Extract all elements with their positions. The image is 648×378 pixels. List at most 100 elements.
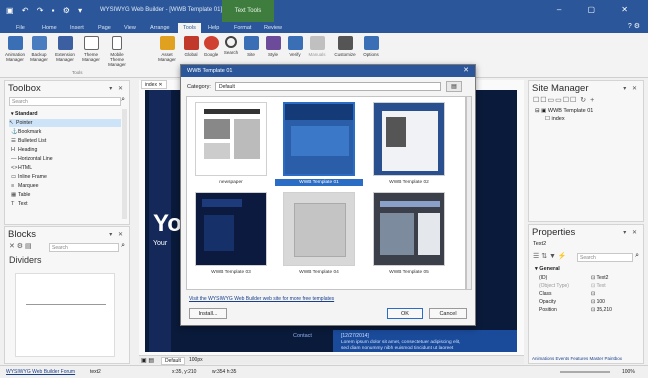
prop-value-position[interactable]: ⊡ 35,210 bbox=[591, 307, 612, 313]
blocks-category[interactable]: Dividers bbox=[9, 255, 42, 265]
tab-format[interactable]: Format bbox=[234, 23, 251, 33]
toolbox-section[interactable]: ▾ Standard bbox=[11, 110, 38, 118]
cancel-button[interactable]: Cancel bbox=[429, 308, 467, 319]
window-controls[interactable]: – ▢ ✕ bbox=[557, 5, 640, 14]
help-icon[interactable]: ? ⚙ bbox=[628, 22, 640, 30]
verify-button[interactable]: Verify bbox=[284, 36, 306, 57]
panel-controls[interactable]: ▾ ✕ bbox=[109, 85, 125, 92]
forum-link[interactable]: WYSIWYG Web Builder Forum bbox=[6, 366, 75, 378]
toolbox-item-pointer[interactable]: ↖ Pointer bbox=[9, 119, 121, 127]
more-templates-link[interactable]: Visit the WYSIWYG Web Builder web site f… bbox=[189, 296, 334, 302]
category-select[interactable]: Default bbox=[215, 82, 441, 91]
tab-home[interactable]: Home bbox=[42, 23, 57, 33]
prop-value-id[interactable]: ⊡ Text2 bbox=[591, 275, 608, 281]
panel-controls[interactable]: ▾ ✕ bbox=[109, 231, 125, 238]
animation-manager-button[interactable]: Animation Manager bbox=[4, 36, 26, 62]
template-thumb-wwb-01[interactable] bbox=[283, 102, 355, 176]
search-icon[interactable]: ⌕ bbox=[121, 96, 125, 104]
manuals-button[interactable]: Manuals bbox=[306, 36, 328, 57]
mobile-theme-manager-button[interactable]: Mobile Theme Manager bbox=[104, 36, 130, 67]
site-button[interactable]: Site bbox=[240, 36, 262, 57]
thumb-image bbox=[386, 117, 406, 147]
toolbox-item-inline-frame[interactable]: ▭ Inline Frame bbox=[11, 173, 47, 181]
ok-button[interactable]: OK bbox=[387, 308, 423, 319]
toolbox-item-marquee[interactable]: ≡ Marquee bbox=[11, 182, 38, 190]
template-thumb-newspaper[interactable] bbox=[195, 102, 267, 176]
style-button[interactable]: Style bbox=[262, 36, 284, 57]
editor-tab-default[interactable]: Default bbox=[161, 357, 185, 365]
tab-insert[interactable]: Insert bbox=[70, 23, 84, 33]
toolbox-scrollbar[interactable] bbox=[122, 109, 127, 219]
canvas-heading[interactable]: Yo bbox=[153, 210, 182, 238]
tab-file[interactable]: File bbox=[16, 23, 25, 33]
search-icon[interactable]: ⌕ bbox=[121, 242, 125, 250]
tab-view[interactable]: View bbox=[124, 23, 136, 33]
customize-icon bbox=[337, 36, 353, 50]
template-caption[interactable]: newspaper bbox=[187, 179, 275, 186]
editor-tab-index[interactable]: index ✕ bbox=[141, 80, 167, 89]
global-button[interactable]: Global bbox=[180, 36, 202, 57]
install-button[interactable]: Install... bbox=[189, 308, 227, 319]
extension-manager-button[interactable]: Extension Manager bbox=[52, 36, 78, 62]
canvas-date[interactable]: [12/27/2014] bbox=[341, 333, 369, 339]
canvas-lorem[interactable]: Lorem ipsum dolor sit amet, consectetuer… bbox=[341, 340, 460, 345]
blocks-search-input[interactable]: Search bbox=[49, 243, 119, 252]
tab-arrange[interactable]: Arrange bbox=[150, 23, 170, 33]
site-manager-toolbar[interactable]: ☐☐▭▭☐☐ ↻ + bbox=[533, 96, 595, 104]
template-grid-scrollbar[interactable] bbox=[466, 96, 472, 290]
close-icon[interactable]: ✕ bbox=[463, 65, 469, 77]
toolbox-item-bookmark[interactable]: ⚓Bookmark bbox=[11, 128, 41, 136]
template-thumb-wwb-04[interactable] bbox=[283, 192, 355, 266]
properties-toolbar[interactable]: ☰ ⇅ ▼ ⚡ bbox=[533, 252, 567, 260]
block-preview[interactable] bbox=[15, 273, 115, 357]
template-thumb-wwb-03[interactable] bbox=[195, 192, 267, 266]
template-thumb-wwb-02[interactable] bbox=[373, 102, 445, 176]
theme-manager-button[interactable]: Theme Manager bbox=[80, 36, 102, 62]
toolbox-item-heading[interactable]: H Heading bbox=[11, 146, 37, 154]
properties-search-input[interactable]: Search bbox=[577, 253, 633, 262]
site-tree-page-index[interactable]: ☐ index bbox=[545, 116, 565, 122]
template-caption[interactable]: WWB Template 03 bbox=[187, 269, 275, 276]
backup-manager-button[interactable]: Backup Manager bbox=[28, 36, 50, 62]
template-caption[interactable]: WWB Template 04 bbox=[275, 269, 363, 276]
editor-zoom[interactable]: 100px bbox=[189, 357, 203, 363]
properties-footer-links[interactable]: Animations Events Features Master Paintb… bbox=[532, 356, 622, 361]
tab-help[interactable]: Help bbox=[208, 23, 219, 33]
template-caption[interactable]: WWB Template 05 bbox=[365, 269, 453, 276]
thumb-header bbox=[285, 104, 353, 120]
template-thumb-wwb-05[interactable] bbox=[373, 192, 445, 266]
toolbox-search-input[interactable]: Search bbox=[9, 97, 121, 106]
tab-review[interactable]: Review bbox=[264, 23, 282, 33]
tab-tools[interactable]: Tools bbox=[178, 23, 201, 33]
template-caption[interactable]: WWB Template 02 bbox=[365, 179, 453, 186]
asset-manager-button[interactable]: Asset Manager bbox=[156, 36, 178, 62]
toolbox-item-horizontal-line[interactable]: — Horizontal Line bbox=[11, 155, 53, 163]
zoom-slider[interactable] bbox=[560, 371, 610, 373]
toolbox-item-bulleted-list[interactable]: ☰ Bulleted List bbox=[11, 137, 46, 145]
layout-icons[interactable]: ▣ ▤ bbox=[141, 357, 154, 364]
blocks-toolbar-icons[interactable]: ✕ ⚙ ▤ bbox=[9, 242, 32, 250]
panel-controls[interactable]: ▾ ✕ bbox=[623, 85, 639, 92]
canvas-lorem-2[interactable]: sed diam nonummy nibh euismod tincidunt … bbox=[341, 346, 453, 351]
folder-icon[interactable]: ▤ bbox=[446, 81, 462, 92]
properties-object-select[interactable]: Text2 bbox=[533, 241, 546, 247]
canvas-subheading[interactable]: Your bbox=[153, 240, 167, 247]
toolbox-item-text[interactable]: T Text bbox=[11, 200, 28, 208]
site-tree-root[interactable]: ⊟ ▣ WWB Template 01 bbox=[535, 108, 593, 114]
options-button[interactable]: Options bbox=[360, 36, 382, 57]
context-tab-text-tools[interactable]: Text Tools bbox=[222, 0, 274, 22]
prop-value-opacity[interactable]: ⊡ 100 bbox=[591, 299, 605, 305]
search-icon[interactable]: ⌕ bbox=[635, 252, 639, 260]
google-button[interactable]: Google bbox=[200, 36, 222, 57]
properties-section[interactable]: ▾ General bbox=[535, 266, 560, 272]
prop-value-class[interactable]: ⊡ bbox=[591, 291, 595, 297]
canvas-contact-link[interactable]: Contact bbox=[293, 333, 312, 339]
toolbox-item-html[interactable]: <>HTML bbox=[11, 164, 32, 172]
customize-button[interactable]: Customize bbox=[332, 36, 358, 57]
toolbox-item-table[interactable]: ▦ Table bbox=[11, 191, 30, 199]
template-caption-selected[interactable]: WWB Template 01 bbox=[275, 179, 363, 186]
quick-access-toolbar[interactable]: ▣ ↶ ↷ ▪ ⚙ ▾ bbox=[6, 6, 85, 15]
panel-controls[interactable]: ▾ ✕ bbox=[623, 229, 639, 236]
tab-page[interactable]: Page bbox=[98, 23, 111, 33]
search-button[interactable]: Search bbox=[220, 36, 242, 55]
